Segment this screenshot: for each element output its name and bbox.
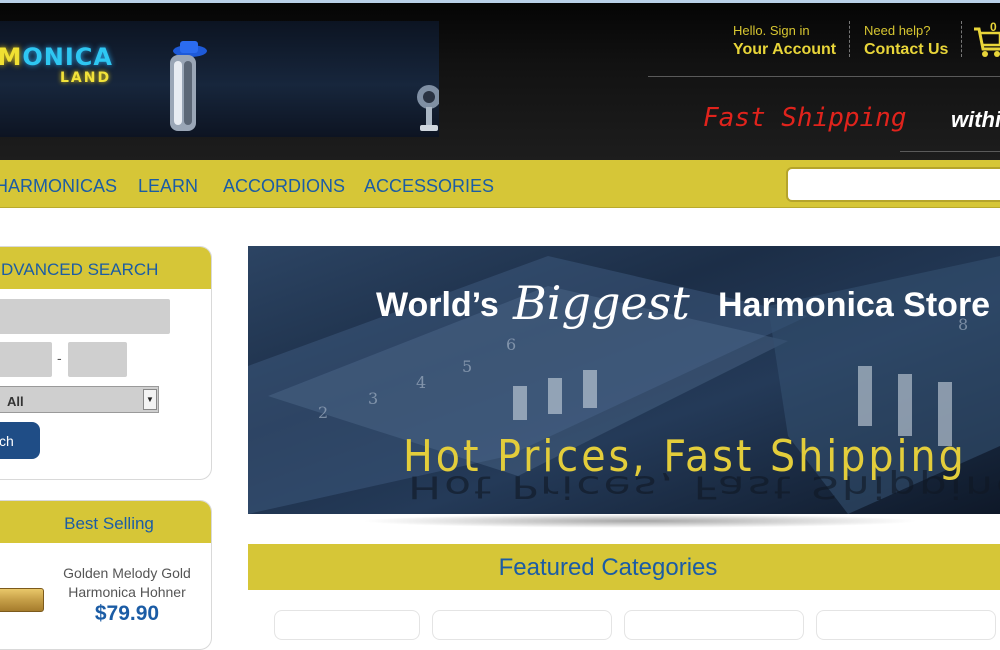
- price-max-field[interactable]: [68, 342, 127, 377]
- category-select-value: All: [7, 394, 24, 409]
- logo-text: RMONICA: [0, 43, 113, 71]
- search-button-label: ch: [0, 433, 14, 449]
- header-divider: [961, 21, 962, 57]
- header-divider: [849, 21, 850, 57]
- search-input[interactable]: [786, 167, 1000, 202]
- logo-subtext: LAND: [60, 70, 112, 86]
- price-separator: -: [57, 350, 62, 366]
- header-divider-line: [648, 76, 1000, 77]
- svg-text:3: 3: [368, 389, 378, 408]
- nav-item-harmonicas[interactable]: HARMONICAS: [0, 176, 117, 197]
- advanced-search-title: DVANCED SEARCH: [0, 247, 211, 289]
- nav-item-accordions[interactable]: ACCORDIONS: [223, 176, 345, 197]
- price-min-field[interactable]: [0, 342, 52, 377]
- harmonica-mascot-icon: [170, 41, 207, 131]
- product-price: $79.90: [94, 602, 160, 625]
- contact-link[interactable]: Need help? Contact Us: [864, 23, 948, 59]
- product-thumbnail[interactable]: [0, 588, 44, 612]
- svg-text:5: 5: [462, 357, 472, 376]
- site-logo[interactable]: RMONICA LAND: [0, 21, 439, 137]
- microphone-icon: [417, 85, 439, 131]
- nav-item-learn[interactable]: LEARN: [138, 176, 198, 197]
- banner-title-right: Harmonica Store: [718, 286, 991, 324]
- hero-banner[interactable]: 234 568 World’s Biggest Harmonica Store …: [248, 246, 1000, 514]
- category-card[interactable]: [432, 610, 612, 640]
- your-account-label: Your Account: [733, 41, 837, 58]
- search-button[interactable]: ch: [0, 422, 40, 459]
- product-name[interactable]: Golden Melody Gold Harmonica Hohner: [52, 564, 202, 602]
- svg-text:4: 4: [416, 373, 426, 392]
- account-link[interactable]: Hello. Sign in Your Account: [733, 23, 836, 59]
- fast-shipping-promo: Fast Shipping: [703, 103, 907, 133]
- banner-tagline: Hot Prices, Fast Shipping: [403, 431, 967, 482]
- category-card[interactable]: [624, 610, 804, 640]
- best-selling-title: Best Selling: [0, 501, 211, 543]
- site-header: RMONICA LAND Hello. Sign in Your Account…: [0, 3, 1000, 160]
- banner-title-left: World’s: [376, 286, 499, 324]
- product-name-line2: Harmonica Hohner: [68, 584, 186, 600]
- banner-title-script: Biggest: [513, 276, 690, 330]
- header-divider-line: [900, 151, 1000, 152]
- cart-icon[interactable]: 0: [972, 21, 1000, 59]
- chevron-down-icon: ▼: [143, 389, 157, 410]
- nav-item-accessories[interactable]: ACCESSORIES: [364, 176, 494, 197]
- within-promo: withi: [951, 107, 1000, 132]
- contact-us-label: Contact Us: [864, 41, 949, 58]
- keyword-field[interactable]: [0, 299, 170, 334]
- category-card[interactable]: [274, 610, 420, 640]
- help-label: Need help?: [864, 23, 931, 38]
- svg-text:6: 6: [506, 335, 516, 354]
- category-select[interactable]: All ▼: [0, 386, 159, 413]
- svg-text:0: 0: [990, 21, 997, 34]
- category-card[interactable]: [816, 610, 996, 640]
- banner-shadow: [360, 514, 920, 528]
- svg-text:2: 2: [318, 403, 328, 422]
- featured-categories-heading: Featured Categories: [248, 544, 1000, 590]
- product-name-line1: Golden Melody Gold: [63, 565, 191, 581]
- sign-in-greeting: Hello. Sign in: [733, 23, 810, 38]
